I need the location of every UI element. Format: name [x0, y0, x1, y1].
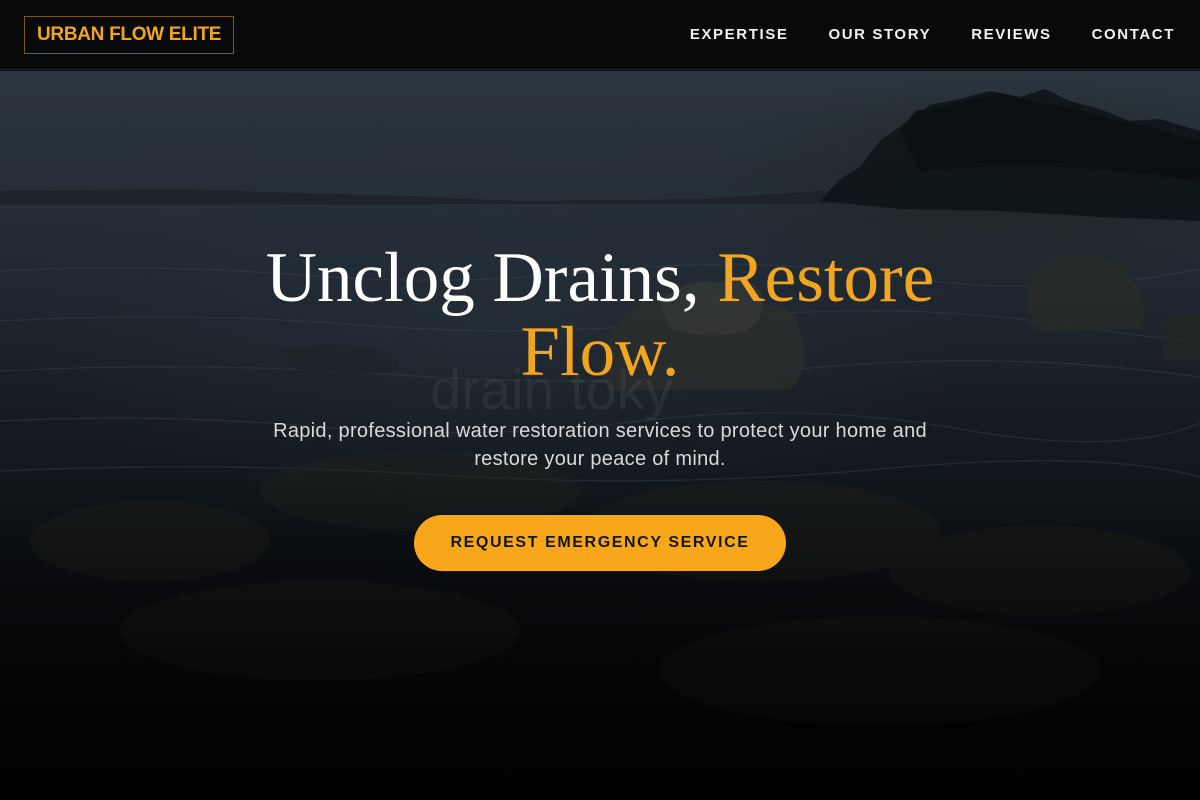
brand-logo[interactable]: URBAN FLOW ELITE — [24, 15, 235, 54]
main-nav: EXPERTISE OUR STORY REVIEWS CONTACT — [690, 26, 1176, 43]
nav-link-our-story[interactable]: OUR STORY — [828, 26, 931, 43]
site-header: URBAN FLOW ELITE EXPERTISE OUR STORY REV… — [0, 0, 1200, 70]
request-emergency-service-button[interactable]: REQUEST EMERGENCY SERVICE — [414, 515, 786, 571]
hero-subtext: Rapid, professional water restoration se… — [273, 420, 927, 470]
landing-page: URBAN FLOW ELITE EXPERTISE OUR STORY REV… — [0, 0, 1200, 800]
hero-headline: Unclog Drains, Restore Flow. — [220, 241, 980, 389]
headline-main: Unclog Drains, — [265, 239, 718, 317]
nav-link-reviews[interactable]: REVIEWS — [971, 26, 1051, 43]
nav-link-expertise[interactable]: EXPERTISE — [690, 26, 789, 43]
nav-link-contact[interactable]: CONTACT — [1092, 26, 1175, 43]
hero-section: drain toky Unclog Drains, Restore Flow. … — [0, 71, 1200, 800]
hero-content: Unclog Drains, Restore Flow. Rapid, prof… — [0, 71, 1200, 800]
